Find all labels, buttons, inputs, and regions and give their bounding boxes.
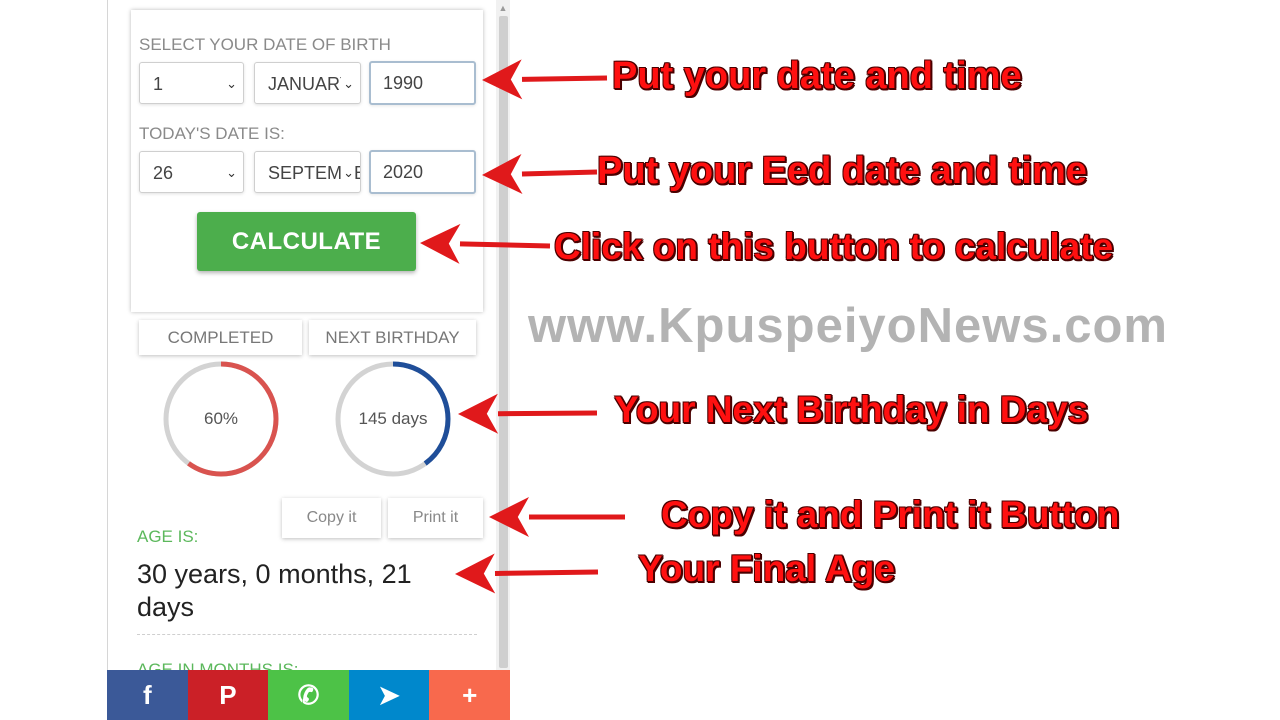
note-calculate: Click on this button to calculate	[554, 226, 1114, 267]
annotation-arrows	[420, 59, 625, 594]
arrow-to-copy-print-icon	[489, 497, 625, 537]
note-end-date: Put your Eed date and time	[597, 150, 1087, 192]
arrow-to-dob-icon	[482, 59, 608, 100]
arrow-to-calculate-icon	[420, 223, 551, 264]
note-next-birthday: Your Next Birthday in Days	[614, 389, 1089, 430]
arrow-to-final-age-icon	[455, 553, 599, 594]
arrow-to-next-birthday-icon	[458, 393, 598, 434]
note-date: Put your date and time	[612, 55, 1022, 97]
note-final-age: Your Final Age	[638, 548, 895, 589]
note-copy-print: Copy it and Print it Button	[661, 494, 1120, 535]
arrow-to-today-icon	[482, 153, 598, 194]
